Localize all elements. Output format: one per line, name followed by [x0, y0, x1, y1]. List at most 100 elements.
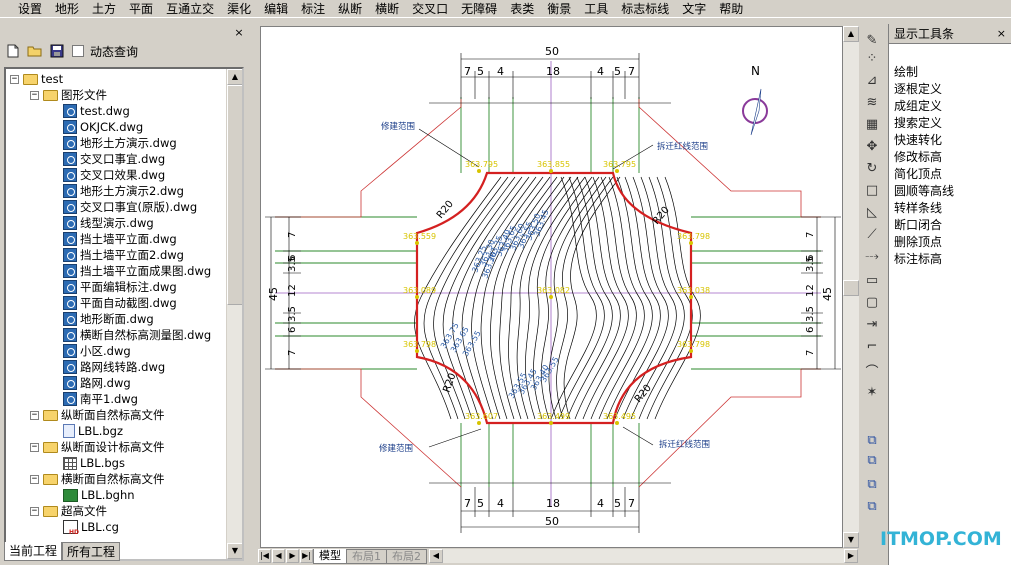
dash-slash-icon[interactable]: ⤏: [861, 246, 883, 266]
command-item[interactable]: 转样条线: [894, 200, 1011, 217]
tab-all-projects[interactable]: 所有工程: [62, 542, 121, 561]
stack-icon[interactable]: ⧉: [861, 430, 883, 450]
grid-icon[interactable]: ▦: [861, 114, 883, 134]
tree-file[interactable]: 地形断面.dwg: [50, 311, 154, 327]
tree-file[interactable]: LBL.bgz: [50, 423, 123, 439]
menu-item[interactable]: 工具: [577, 0, 614, 18]
menu-item[interactable]: 互通立交: [159, 0, 220, 18]
tab-current-project[interactable]: 当前工程: [4, 542, 63, 561]
scroll-down-icon[interactable]: ▼: [843, 532, 859, 548]
rect-alt-icon[interactable]: ▢: [861, 292, 883, 312]
tree-folder[interactable]: − 图形文件: [30, 87, 107, 103]
tab-layout2[interactable]: 布局2: [386, 548, 427, 564]
collapse-icon[interactable]: −: [30, 474, 39, 484]
collapse-icon[interactable]: −: [30, 90, 39, 100]
menu-item[interactable]: 平面: [122, 0, 159, 18]
intersection-drawing[interactable]: R20 R20 R20 R20 修建范围 拆迁红线范围 修建范围 拆迁红线范围: [261, 27, 843, 548]
menu-item[interactable]: 表类: [503, 0, 540, 18]
menu-item[interactable]: 设置: [0, 0, 48, 18]
tree-file[interactable]: 挡土墙平立面2.dwg: [50, 247, 184, 263]
stack-4-icon[interactable]: ⧉: [861, 496, 883, 516]
menu-item[interactable]: 衡景: [540, 0, 577, 18]
first-layout-icon[interactable]: |◀: [258, 549, 271, 563]
scroll-thumb[interactable]: [227, 85, 242, 305]
tree-file[interactable]: 挡土墙平立面成果图.dwg: [50, 263, 211, 279]
tree-file[interactable]: LBL.bgs: [50, 455, 125, 471]
menu-item[interactable]: 编辑: [257, 0, 294, 18]
pencil-icon[interactable]: ✎: [861, 30, 883, 50]
move-cross-icon[interactable]: ✥: [861, 136, 883, 156]
collapse-icon[interactable]: −: [30, 442, 39, 452]
corner-icon[interactable]: ⌐: [861, 336, 883, 356]
tree-scrollbar[interactable]: ▲ ▼: [226, 69, 242, 559]
tree-file[interactable]: 南平1.dwg: [50, 391, 138, 407]
tree-file[interactable]: 平面编辑标注.dwg: [50, 279, 177, 295]
close-icon[interactable]: ×: [997, 24, 1011, 43]
sparkle-icon[interactable]: ✶: [861, 382, 883, 402]
scroll-left-icon[interactable]: ◀: [429, 549, 443, 563]
wave-icon[interactable]: ≋: [861, 92, 883, 112]
command-item[interactable]: 圆顺等高线: [894, 183, 1011, 200]
tree-file[interactable]: 地形土方演示2.dwg: [50, 183, 184, 199]
collapse-icon[interactable]: −: [30, 506, 39, 516]
command-item[interactable]: 快速转化: [894, 132, 1011, 149]
command-item[interactable]: 删除顶点: [894, 234, 1011, 251]
tree-file[interactable]: 路网.dwg: [50, 375, 131, 391]
menu-item[interactable]: 文字: [675, 0, 712, 18]
tree-file[interactable]: 路网线转路.dwg: [50, 359, 165, 375]
curve-icon[interactable]: ⌒: [861, 360, 883, 380]
stack-3-icon[interactable]: ⧉: [861, 474, 883, 494]
tab-model[interactable]: 模型: [313, 548, 347, 564]
command-item[interactable]: 简化顶点: [894, 166, 1011, 183]
tree-file[interactable]: 线型演示.dwg: [50, 215, 154, 231]
rect-icon[interactable]: ▭: [861, 270, 883, 290]
square-icon[interactable]: □: [861, 180, 883, 200]
new-file-icon[interactable]: [4, 42, 22, 60]
tree-file[interactable]: 交叉口效果.dwg: [50, 167, 165, 183]
menu-item[interactable]: 标注: [294, 0, 331, 18]
tree-file[interactable]: 挡土墙平立面.dwg: [50, 231, 177, 247]
tree-file[interactable]: 小区.dwg: [50, 343, 131, 359]
command-item[interactable]: 修改标高: [894, 149, 1011, 166]
mirror-icon[interactable]: ⊿: [861, 70, 883, 90]
tree-file[interactable]: 交叉口事宜.dwg: [50, 151, 165, 167]
scroll-up-icon[interactable]: ▲: [843, 26, 859, 42]
menu-item[interactable]: 交叉口: [405, 0, 454, 18]
command-item[interactable]: 成组定义: [894, 98, 1011, 115]
command-item[interactable]: 断口闭合: [894, 217, 1011, 234]
tree-file[interactable]: OKJCK.dwg: [50, 119, 143, 135]
tree-folder[interactable]: − 纵断面设计标高文件: [30, 439, 165, 455]
tree-folder[interactable]: − 超高文件: [30, 503, 107, 519]
scroll-up-icon[interactable]: ▲: [227, 69, 242, 85]
tree-file[interactable]: LBL.cg: [50, 519, 119, 536]
tree-folder[interactable]: − test: [10, 71, 63, 87]
menu-item[interactable]: 无障碍: [454, 0, 503, 18]
triangle-icon[interactable]: ◺: [861, 202, 883, 222]
horizontal-scrollbar[interactable]: ◀ ▶: [429, 549, 858, 563]
tree-file[interactable]: 地形土方演示.dwg: [50, 135, 177, 151]
command-item[interactable]: 搜索定义: [894, 115, 1011, 132]
save-icon[interactable]: [48, 42, 66, 60]
collapse-icon[interactable]: −: [30, 410, 39, 420]
close-icon[interactable]: ×: [233, 27, 245, 39]
tree-folder[interactable]: − 横断面自然标高文件: [30, 471, 165, 487]
arrows-in-icon[interactable]: ⇥: [861, 314, 883, 334]
menu-item[interactable]: 横断: [368, 0, 405, 18]
menu-item[interactable]: 地形: [48, 0, 85, 18]
scroll-down-icon[interactable]: ▼: [227, 543, 242, 559]
menu-item[interactable]: 帮助: [712, 0, 749, 18]
last-layout-icon[interactable]: ▶|: [300, 549, 313, 563]
tab-layout1[interactable]: 布局1: [346, 548, 387, 564]
rotate-icon[interactable]: ↻: [861, 158, 883, 178]
menu-item[interactable]: 纵断: [331, 0, 368, 18]
dot-grid-icon[interactable]: ⁘: [861, 48, 883, 68]
dynamic-query-checkbox[interactable]: [72, 45, 84, 57]
menu-item[interactable]: 土方: [85, 0, 122, 18]
drawing-canvas[interactable]: R20 R20 R20 R20 修建范围 拆迁红线范围 修建范围 拆迁红线范围: [260, 26, 843, 548]
tree-file[interactable]: LBL.bghn: [50, 487, 135, 503]
canvas-scrollbar[interactable]: ▲ ▼: [843, 26, 859, 548]
tree-file[interactable]: test.dwg: [50, 103, 130, 119]
tree-folder[interactable]: − 纵断面自然标高文件: [30, 407, 165, 423]
stack-alt-icon[interactable]: ⧉: [861, 450, 883, 470]
tree-file[interactable]: 横断自然标高测量图.dwg: [50, 327, 211, 343]
